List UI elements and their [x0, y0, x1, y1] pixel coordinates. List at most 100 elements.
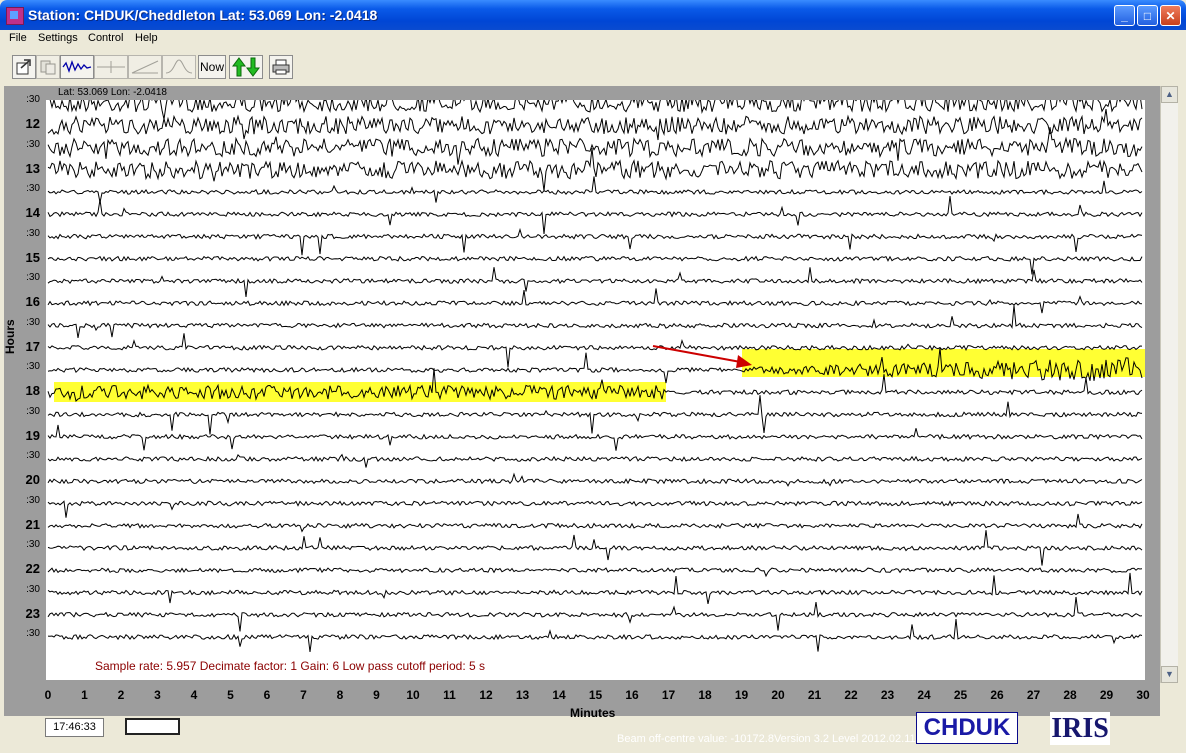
seismic-trace: [47, 127, 1143, 165]
menu-help[interactable]: Help: [135, 32, 158, 44]
iris-logo: IRIS: [1050, 712, 1110, 745]
x-tick-label: 26: [990, 688, 1004, 702]
seismic-trace: [47, 453, 1143, 468]
vertical-scrollbar[interactable]: ▲ ▼: [1160, 86, 1178, 683]
clock-display: 17:46:33: [45, 718, 104, 737]
x-tick-label: 1: [81, 688, 88, 702]
seismic-trace: [47, 195, 1143, 234]
x-tick-label: 19: [734, 688, 749, 702]
row-label: 23: [25, 605, 40, 621]
x-tick-label: 24: [917, 688, 931, 702]
x-tick-label: 27: [1026, 688, 1041, 702]
x-tick-label: 22: [844, 688, 858, 702]
row-label: :30: [26, 361, 40, 372]
acquisition-info: Sample rate: 5.957 Decimate factor: 1 Ga…: [95, 659, 485, 673]
seismic-trace: [47, 255, 1143, 275]
bell-curve-icon[interactable]: [162, 55, 196, 79]
scroll-up-arrow-icon[interactable]: ▲: [1161, 86, 1178, 103]
title-bar[interactable]: Station: CHDUK/Cheddleton Lat: 53.069 Lo…: [0, 0, 1186, 30]
row-label: 19: [25, 427, 40, 443]
x-tick-label: 16: [625, 688, 639, 702]
open-file-icon[interactable]: [12, 55, 36, 79]
menu-file[interactable]: File: [9, 32, 27, 44]
x-tick-label: 6: [263, 688, 271, 702]
x-tick-label: 2: [117, 688, 125, 702]
waveform-icon[interactable]: [60, 55, 94, 79]
close-button[interactable]: ✕: [1160, 5, 1181, 26]
trace-canvas: [47, 79, 1150, 652]
row-label: 15: [25, 249, 40, 265]
status-input-box[interactable]: [125, 718, 180, 735]
seismic-trace: [47, 176, 1143, 203]
x-tick-label: 13: [515, 688, 530, 702]
x-tick-label: 12: [479, 688, 493, 702]
x-tick-label: 28: [1063, 688, 1077, 702]
row-label: :30: [26, 138, 40, 150]
app-icon[interactable]: [6, 7, 24, 25]
x-tick-label: 7: [300, 688, 307, 702]
x-tick-label: 29: [1099, 688, 1114, 702]
seismic-trace: [47, 567, 1143, 578]
row-label: :30: [26, 583, 40, 595]
seismic-trace: [47, 109, 1143, 141]
x-tick-label: 11: [443, 688, 456, 702]
row-label: :30: [26, 628, 40, 639]
row-label: :30: [26, 539, 40, 550]
seismic-trace: [47, 530, 1143, 566]
x-tick-label: 23: [880, 688, 895, 702]
x-tick-label: 9: [373, 688, 380, 702]
row-label: :30: [26, 450, 40, 461]
row-label: 18: [25, 383, 40, 399]
seismic-trace: [47, 596, 1143, 632]
x-tick-label: 14: [552, 688, 566, 702]
seismic-trace: [47, 424, 1143, 451]
row-label: :30: [26, 227, 40, 239]
row-label: 16: [25, 294, 40, 310]
copy-icon[interactable]: [36, 55, 60, 79]
row-label: 20: [25, 472, 40, 488]
y-axis-label: Hours: [3, 319, 17, 354]
x-tick-label: 10: [406, 688, 420, 702]
x-tick-label: 8: [336, 688, 344, 702]
row-label: 12: [25, 116, 40, 132]
x-tick-label: 15: [588, 688, 603, 702]
x-tick-label: 30: [1136, 688, 1150, 702]
menu-settings[interactable]: Settings: [38, 32, 78, 44]
up-down-arrows-icon[interactable]: [229, 55, 263, 79]
row-label: 21: [25, 516, 40, 532]
x-tick-label: 3: [154, 688, 161, 702]
seismic-trace: [47, 305, 1143, 338]
x-tick-label: 4: [190, 688, 198, 702]
x-tick-label: 20: [771, 688, 785, 702]
row-label: :30: [26, 494, 40, 506]
app-window: Station: CHDUK/Cheddleton Lat: 53.069 Lo…: [0, 0, 1186, 753]
seismic-trace: [47, 288, 1143, 314]
now-button[interactable]: Now: [198, 55, 226, 79]
helicorder-plot[interactable]: [46, 79, 1150, 680]
beam-status-text: Beam off-centre value: -10172.8Version 3…: [617, 733, 916, 745]
row-label: :30: [26, 405, 40, 417]
seismic-trace: [47, 79, 1143, 120]
x-axis-label: Minutes: [570, 706, 616, 720]
seismic-trace: [47, 500, 1143, 518]
chduk-logo: CHDUK: [916, 712, 1018, 744]
print-icon[interactable]: [269, 55, 293, 79]
filter-icon[interactable]: [94, 55, 128, 79]
x-tick-label: 21: [807, 688, 822, 702]
seismic-trace: [47, 267, 1143, 297]
row-label: 13: [25, 160, 40, 176]
x-tick-label: 17: [661, 688, 676, 702]
row-label: :30: [26, 183, 40, 194]
ramp-icon[interactable]: [128, 55, 162, 79]
x-tick-label: 18: [698, 688, 712, 702]
scroll-down-arrow-icon[interactable]: ▼: [1161, 666, 1178, 683]
menu-control[interactable]: Control: [88, 32, 123, 44]
seismic-trace: [47, 227, 1143, 256]
seismic-trace: [47, 619, 1143, 652]
x-tick-label: 5: [227, 688, 234, 702]
seismic-trace: [47, 472, 1143, 487]
maximize-button[interactable]: □: [1137, 5, 1158, 26]
row-label: :30: [26, 272, 40, 283]
minimize-button[interactable]: _: [1114, 5, 1135, 26]
annotation-arrow: [652, 345, 747, 364]
